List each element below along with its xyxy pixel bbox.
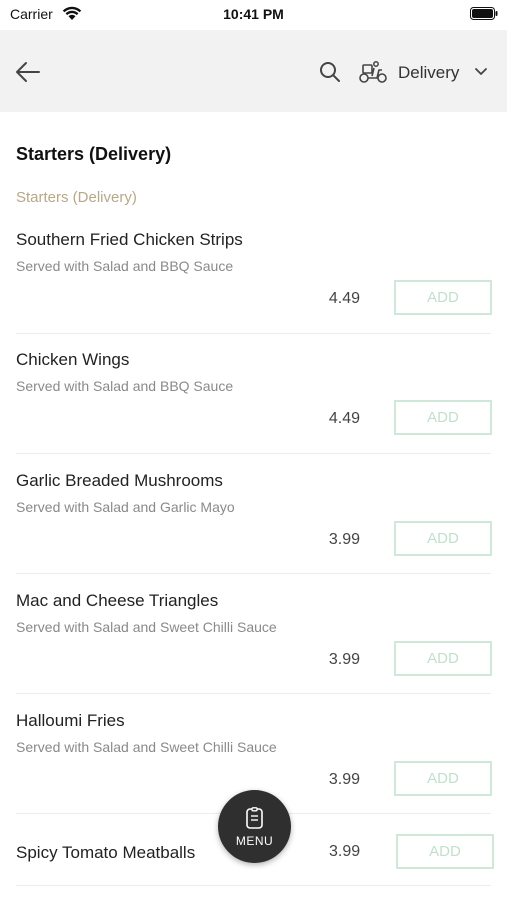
menu-list-icon <box>246 807 263 829</box>
chevron-down-icon <box>475 68 487 75</box>
back-arrow-icon[interactable] <box>12 56 44 88</box>
item-price: 3.99 <box>328 651 360 668</box>
item-description: Served with Salad and Sweet Chilli Sauce <box>16 619 277 635</box>
delivery-label: Delivery <box>398 63 460 82</box>
menu-item: Chicken Wings Served with Salad and BBQ … <box>0 350 507 470</box>
add-button[interactable]: ADD <box>394 521 492 556</box>
add-button[interactable]: ADD <box>394 400 492 435</box>
item-price: 4.49 <box>328 290 360 307</box>
item-price: 3.99 <box>329 843 361 860</box>
item-price: 4.49 <box>328 410 360 427</box>
menu-item: Southern Fried Chicken Strips Served wit… <box>0 230 507 350</box>
search-icon[interactable] <box>318 60 342 84</box>
add-button[interactable]: ADD <box>396 834 494 869</box>
item-description: Served with Salad and Garlic Mayo <box>16 499 235 515</box>
divider <box>16 885 491 886</box>
menu-fab-label: MENU <box>235 834 274 848</box>
section-label: Starters (Delivery) <box>16 189 137 206</box>
item-description: Served with Salad and BBQ Sauce <box>16 258 234 274</box>
item-name: Chicken Wings <box>16 350 130 369</box>
status-bar: Carrier 10:41 PM <box>0 0 507 30</box>
divider <box>16 693 491 694</box>
item-name: Spicy Tomato Meatballs <box>16 843 196 862</box>
item-price: 3.99 <box>328 771 360 788</box>
item-name: Mac and Cheese Triangles <box>16 591 219 610</box>
scooter-icon <box>359 61 387 83</box>
item-price: 3.99 <box>328 531 360 548</box>
divider <box>16 333 491 334</box>
page-title: Starters (Delivery) <box>16 144 172 164</box>
item-description: Served with Salad and Sweet Chilli Sauce <box>16 739 277 755</box>
divider <box>16 573 491 574</box>
add-button[interactable]: ADD <box>394 280 492 315</box>
item-name: Garlic Breaded Mushrooms <box>16 471 223 490</box>
add-button[interactable]: ADD <box>394 761 492 796</box>
item-name: Halloumi Fries <box>16 711 125 730</box>
item-name: Southern Fried Chicken Strips <box>16 230 243 249</box>
menu-fab-button[interactable]: MENU <box>218 790 291 863</box>
item-description: Served with Salad and BBQ Sauce <box>16 378 234 394</box>
header-bar: Delivery <box>0 30 507 112</box>
battery-icon <box>470 7 498 20</box>
divider <box>16 453 491 454</box>
delivery-mode-selector[interactable]: Delivery <box>356 54 496 90</box>
add-button[interactable]: ADD <box>394 641 492 676</box>
status-time: 10:41 PM <box>223 6 284 22</box>
